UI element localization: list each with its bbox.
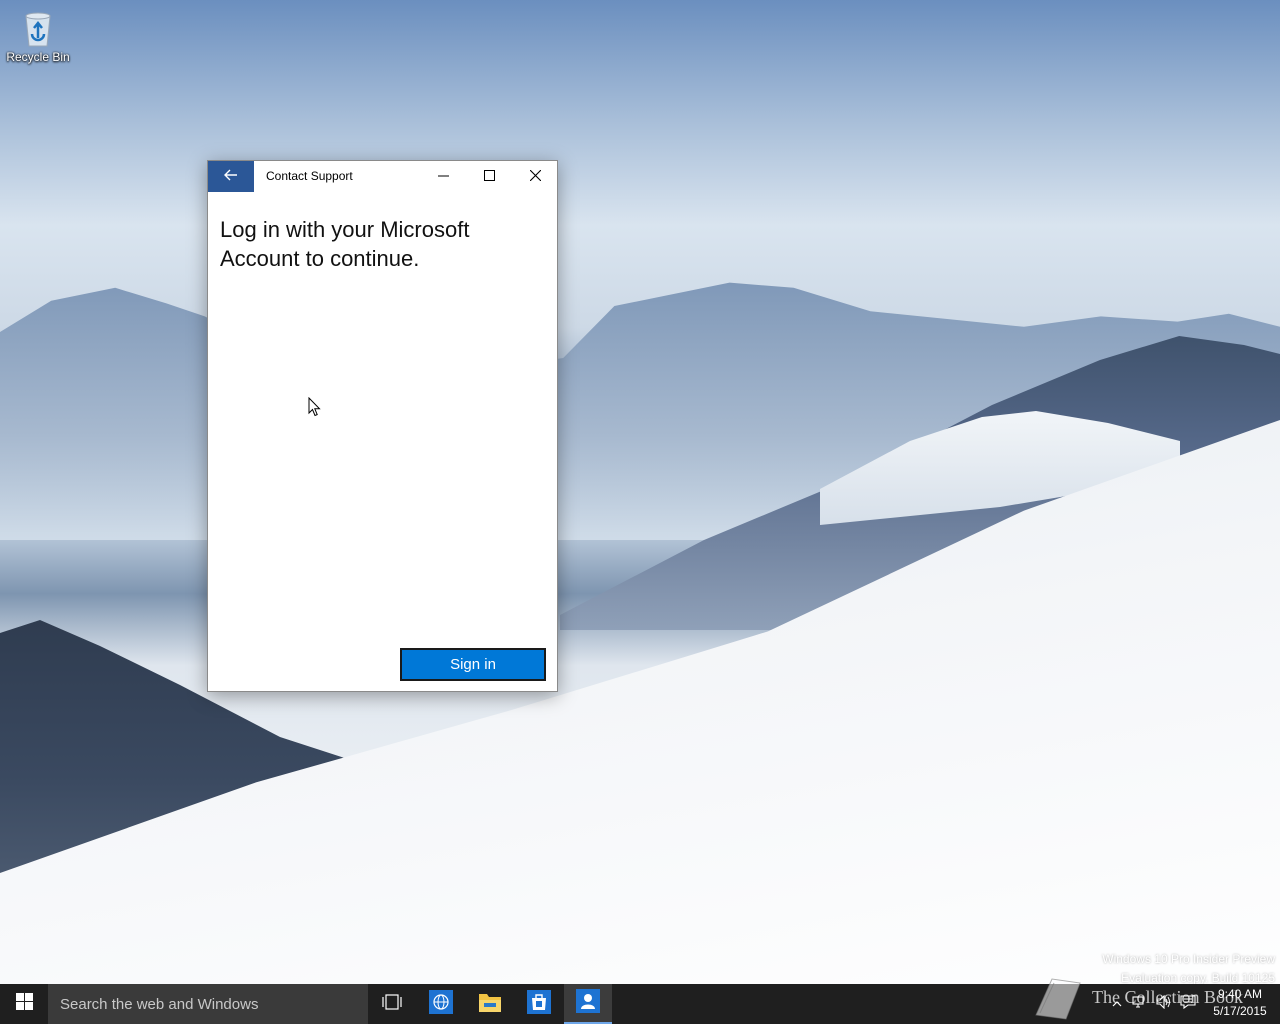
taskbar-store[interactable] <box>515 984 563 1024</box>
folder-icon <box>478 991 502 1018</box>
sign-in-label: Sign in <box>450 656 496 673</box>
window-title: Contact Support <box>266 169 353 183</box>
collection-book-text: The Collection Book <box>1092 987 1243 1007</box>
search-placeholder: Search the web and Windows <box>60 995 259 1013</box>
back-arrow-icon <box>224 168 238 186</box>
close-icon <box>529 168 541 186</box>
windows-logo-icon <box>15 993 33 1015</box>
maximize-button[interactable] <box>466 161 512 192</box>
taskbar-contact-support[interactable] <box>564 984 612 1024</box>
back-button[interactable] <box>208 161 254 192</box>
minimize-button[interactable] <box>420 161 466 192</box>
taskbar-file-explorer[interactable] <box>466 984 514 1024</box>
start-button[interactable] <box>0 984 48 1024</box>
watermark-line-edition: Windows 10 Pro Insider Preview <box>1102 952 1275 966</box>
recycle-bin-icon <box>20 8 56 48</box>
mouse-cursor-icon <box>308 396 322 417</box>
desktop-icon-recycle-bin[interactable]: Recycle Bin <box>6 8 70 74</box>
globe-icon <box>429 989 453 1019</box>
login-prompt-heading: Log in with your Microsoft Account to co… <box>220 217 470 271</box>
maximize-icon <box>483 168 495 186</box>
task-view-button[interactable] <box>368 984 416 1024</box>
desktop-icon-label: Recycle Bin <box>6 50 70 64</box>
store-bag-icon <box>527 989 551 1019</box>
close-button[interactable] <box>512 161 558 192</box>
taskbar-search-box[interactable]: Search the web and Windows <box>48 984 368 1024</box>
sign-in-button[interactable]: Sign in <box>400 648 546 681</box>
window-titlebar[interactable]: Contact Support <box>208 161 557 192</box>
collection-book-logo: The Collection Book <box>1030 975 1280 1023</box>
person-icon <box>576 988 600 1018</box>
minimize-icon <box>437 168 449 186</box>
task-view-icon <box>382 993 402 1015</box>
taskbar-browser[interactable] <box>417 984 465 1024</box>
contact-support-window: Contact Support Log in with your Microso… <box>207 160 558 692</box>
